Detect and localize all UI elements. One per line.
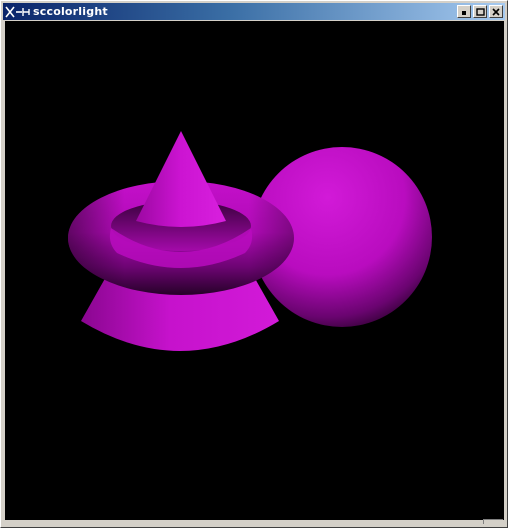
window-bottom-border <box>3 519 505 526</box>
minimize-button[interactable] <box>457 5 471 18</box>
title-bar[interactable]: sccolorlight <box>3 3 505 20</box>
window-title: sccolorlight <box>33 5 108 18</box>
resize-grip[interactable] <box>483 519 503 524</box>
gl-viewport[interactable] <box>5 21 504 520</box>
scene-render <box>68 131 432 351</box>
cone-tip <box>136 131 226 227</box>
maximize-button[interactable] <box>473 5 487 18</box>
maximize-icon <box>475 3 485 21</box>
app-window: sccolorlight <box>0 0 508 528</box>
close-icon <box>492 3 500 21</box>
close-button[interactable] <box>489 5 503 18</box>
minimize-icon <box>461 3 467 21</box>
app-icon[interactable] <box>3 3 33 20</box>
